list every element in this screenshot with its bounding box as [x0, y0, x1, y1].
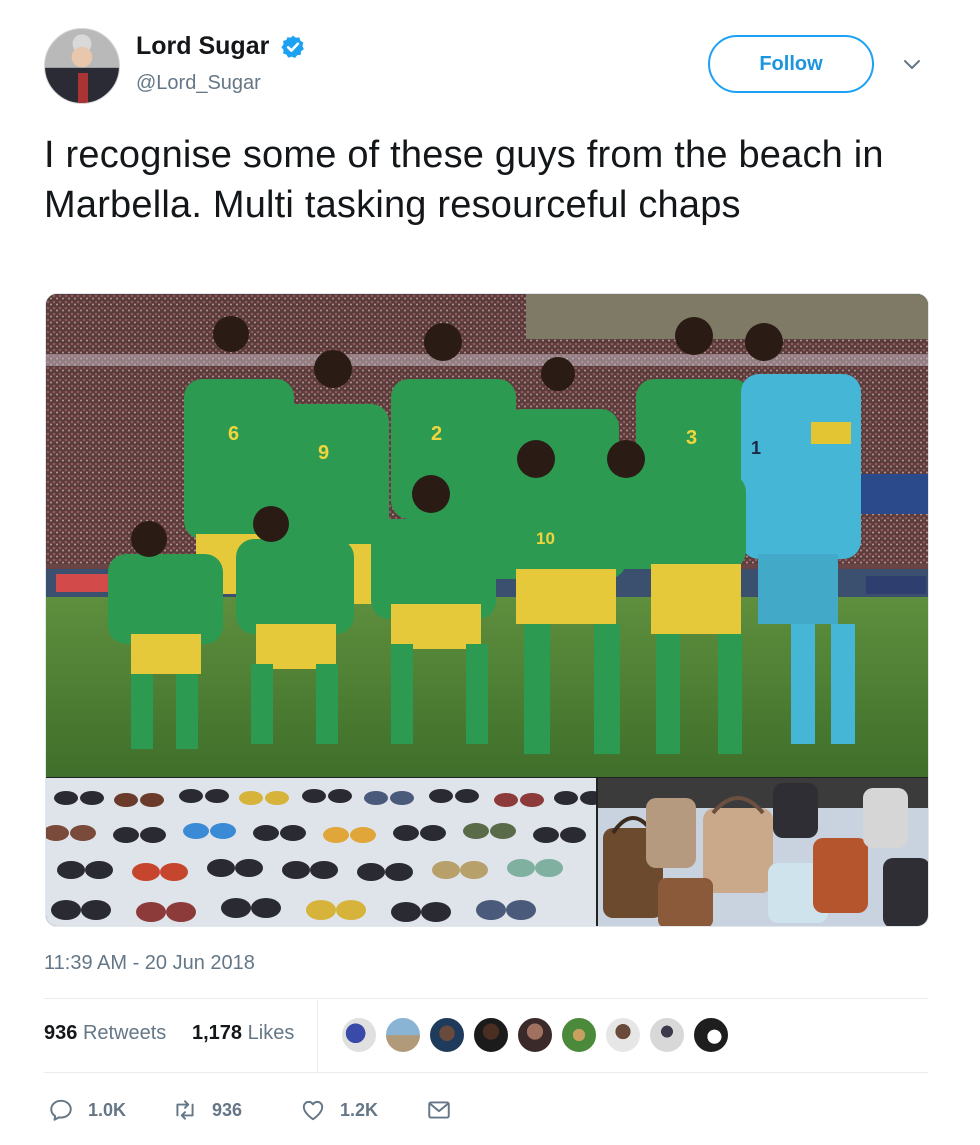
like-count: 1.2K — [340, 1099, 379, 1120]
jersey-number-1: 1 — [751, 438, 761, 458]
tweet-actions: 1.0K 936 1.2K — [44, 1092, 928, 1128]
retweet-count: 936 — [212, 1099, 243, 1120]
retweets-label: Retweets — [82, 1022, 167, 1044]
jersey-number-10: 10 — [536, 529, 555, 548]
liker-avatar[interactable] — [648, 1016, 686, 1054]
user-handle[interactable]: @Lord_Sugar — [136, 72, 261, 95]
follow-button[interactable]: Follow — [708, 35, 874, 93]
liker-avatar[interactable] — [560, 1016, 598, 1054]
team-photo[interactable]: 6 9 2 3 1 10 — [46, 294, 929, 777]
sunglasses-photo[interactable] — [46, 778, 596, 927]
liker-avatar[interactable] — [516, 1016, 554, 1054]
jersey-number-9: 9 — [318, 442, 329, 464]
reply-count: 1.0K — [88, 1099, 127, 1120]
user-name-row[interactable]: Lord Sugar — [136, 32, 306, 61]
direct-message-button[interactable] — [426, 1092, 452, 1128]
liker-avatar[interactable] — [340, 1016, 378, 1054]
likes-stat[interactable]: 1,178 Likes — [192, 1022, 294, 1045]
heart-icon — [302, 1100, 324, 1121]
tweet-header: Lord Sugar @Lord_Sugar Follow — [44, 28, 934, 104]
chevron-down-icon[interactable] — [902, 54, 922, 74]
likes-label: Likes — [247, 1022, 295, 1044]
reply-icon — [50, 1099, 72, 1121]
tweet-timestamp[interactable]: 11:39 AM - 20 Jun 2018 — [44, 952, 255, 975]
reply-button[interactable]: 1.0K — [48, 1092, 126, 1128]
user-name[interactable]: Lord Sugar — [136, 32, 269, 61]
liker-avatar[interactable] — [604, 1016, 642, 1054]
jersey-number-2: 2 — [431, 423, 442, 445]
jersey-number-3: 3 — [686, 427, 697, 449]
liker-avatar[interactable] — [384, 1016, 422, 1054]
handbags-photo[interactable] — [598, 778, 929, 927]
verified-badge-icon — [281, 35, 304, 58]
tweet-media[interactable]: 6 9 2 3 1 10 — [45, 293, 929, 927]
liker-avatar[interactable] — [428, 1016, 466, 1054]
tweet-stats: 936 Retweets 1,178 Likes — [44, 1000, 928, 1072]
liker-avatar[interactable] — [692, 1016, 730, 1054]
tweet-text: I recognise some of these guys from the … — [44, 134, 884, 226]
stats-separator — [317, 1000, 318, 1072]
retweet-icon — [176, 1100, 194, 1120]
retweets-stat[interactable]: 936 Retweets — [44, 1022, 166, 1045]
like-button[interactable]: 1.2K — [300, 1092, 378, 1128]
retweet-button[interactable]: 936 — [172, 1092, 242, 1128]
likes-count: 1,178 — [192, 1022, 243, 1044]
divider — [44, 1072, 928, 1073]
envelope-icon — [428, 1101, 450, 1119]
retweets-count: 936 — [44, 1022, 78, 1044]
divider — [44, 998, 928, 999]
avatar[interactable] — [44, 28, 120, 104]
jersey-number-6: 6 — [228, 423, 239, 445]
liker-avatar[interactable] — [472, 1016, 510, 1054]
